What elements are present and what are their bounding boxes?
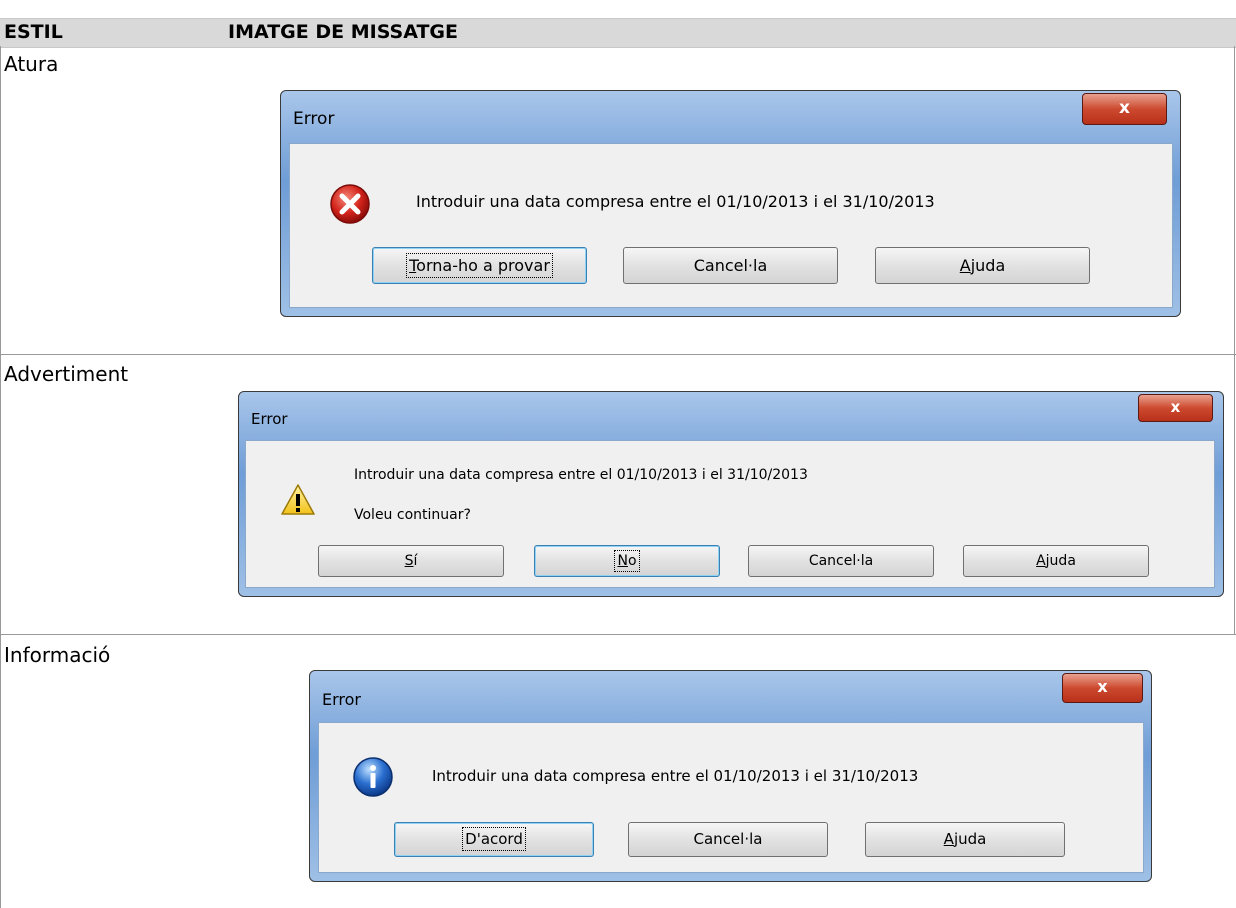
close-button[interactable]: x <box>1082 93 1167 125</box>
dialog-title: Error <box>251 410 288 428</box>
close-icon: x <box>1119 98 1130 118</box>
dialog-client-area: Introduir una data compresa entre el 01/… <box>245 440 1215 588</box>
error-dialog-warning: Error x Introduir una data compresa entr… <box>238 391 1224 597</box>
cancel-button[interactable]: Cancel·la <box>628 822 828 857</box>
ok-button[interactable]: D'acord <box>394 822 594 857</box>
retry-button[interactable]: Torna-ho a provar <box>372 247 587 284</box>
dialog-title: Error <box>293 109 335 129</box>
column-header-image: IMATGE DE MISSATGE <box>228 21 458 43</box>
dialog-message: Introduir una data compresa entre el 01/… <box>416 192 935 211</box>
dialog-message: Introduir una data compresa entre el 01/… <box>432 767 919 785</box>
dialog-client-area: Introduir una data compresa entre el 01/… <box>289 143 1173 308</box>
table-header-row: ESTIL IMATGE DE MISSATGE <box>0 18 1236 48</box>
dialog-question: Voleu continuar? <box>354 507 471 523</box>
error-dialog-info: Error x Introduir una data compresa entr… <box>309 670 1152 882</box>
no-button[interactable]: No <box>534 545 720 577</box>
error-dialog-stop: Error x Introduir una data compresa entr… <box>280 90 1181 317</box>
row-style-label: Informació <box>4 643 111 667</box>
row-separator <box>0 634 1236 635</box>
help-button[interactable]: Ajuda <box>865 822 1065 857</box>
row-style-label: Atura <box>4 52 59 76</box>
column-header-style: ESTIL <box>4 21 63 43</box>
close-button[interactable]: x <box>1062 673 1143 703</box>
yes-button[interactable]: Sí <box>318 545 504 577</box>
close-icon: x <box>1097 677 1108 696</box>
help-button[interactable]: Ajuda <box>963 545 1149 577</box>
dialog-title: Error <box>322 690 361 709</box>
info-icon <box>353 757 393 797</box>
help-button[interactable]: Ajuda <box>875 247 1090 284</box>
row-separator <box>0 354 1236 355</box>
table-right-border <box>1234 46 1235 634</box>
table-left-border <box>0 46 1 908</box>
cancel-button[interactable]: Cancel·la <box>623 247 838 284</box>
document-page: ESTIL IMATGE DE MISSATGE Atura Error x I… <box>0 0 1236 908</box>
error-icon <box>330 184 370 224</box>
dialog-message: Introduir una data compresa entre el 01/… <box>354 467 808 483</box>
dialog-client-area: Introduir una data compresa entre el 01/… <box>318 722 1144 873</box>
close-icon: x <box>1170 398 1181 416</box>
cancel-button[interactable]: Cancel·la <box>748 545 934 577</box>
close-button[interactable]: x <box>1138 394 1213 422</box>
row-style-label: Advertiment <box>4 362 129 386</box>
warning-icon <box>281 484 315 515</box>
